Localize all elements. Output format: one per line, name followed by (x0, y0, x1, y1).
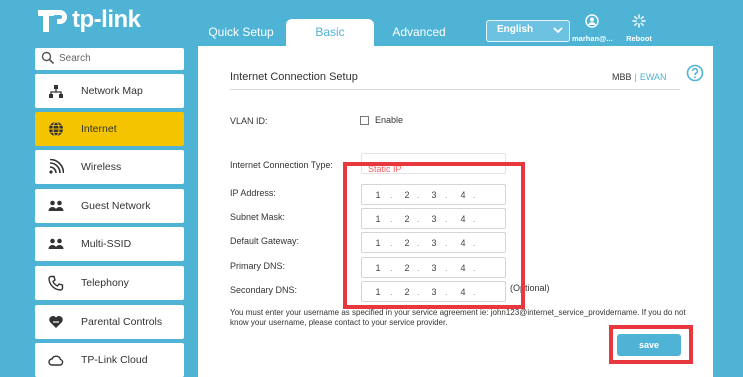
sidebar-item-label: Telephony (81, 277, 129, 289)
guest-network-icon (48, 200, 64, 211)
conn-type-label: Internet Connection Type: (230, 160, 333, 170)
globe-icon (49, 121, 63, 137)
heart-icon (49, 316, 63, 328)
tab-basic[interactable]: Basic (286, 19, 374, 46)
highlight-box-ip-fields (343, 162, 525, 309)
vlan-label: VLAN ID: (230, 116, 268, 126)
network-map-icon (49, 85, 63, 98)
user-icon (585, 14, 599, 28)
sidebar-item-telephony[interactable]: Telephony (35, 266, 184, 300)
tp-link-logo[interactable]: tp-link (36, 6, 141, 34)
language-select[interactable]: English (486, 20, 570, 42)
sidebar-item-label: TP-Link Cloud (81, 354, 148, 366)
mode-switch: MBB | EWAN (612, 72, 667, 82)
reboot-button[interactable]: Reboot (619, 14, 659, 43)
sidebar-item-parental-controls[interactable]: Parental Controls (35, 305, 184, 339)
sidebar-item-guest-network[interactable]: Guest Network (35, 189, 184, 223)
sidebar-item-tp-link-cloud[interactable]: TP-Link Cloud (35, 343, 184, 377)
sidebar-item-label: Wireless (81, 161, 122, 173)
multi-ssid-icon (48, 238, 64, 249)
field-label: Subnet Mask: (230, 212, 286, 222)
field-label: Secondary DNS: (230, 285, 298, 295)
sidebar-item-network-map[interactable]: Network Map (35, 74, 184, 108)
tab-quick-setup[interactable]: Quick Setup (208, 19, 274, 46)
top-bar: tp-link Quick Setup Basic Advanced Engli… (0, 0, 743, 46)
brand-name: tp-link (72, 6, 141, 33)
vlan-enable-checkbox[interactable] (360, 116, 369, 125)
highlight-box-save (609, 325, 693, 364)
vlan-enable-label: Enable (375, 115, 404, 125)
search-input[interactable]: Search (35, 48, 184, 70)
sidebar-item-label: Network Map (81, 85, 143, 97)
reboot-label: Reboot (626, 34, 652, 43)
page-title: Internet Connection Setup (230, 71, 358, 83)
search-placeholder: Search (59, 53, 91, 64)
field-label: IP Address: (230, 188, 276, 198)
language-value: English (497, 24, 534, 35)
field-label: Default Gateway: (230, 236, 300, 246)
chevron-down-icon (553, 27, 563, 34)
mode-ewan-link[interactable]: EWAN (640, 72, 667, 82)
sidebar-item-label: Internet (81, 123, 117, 135)
reboot-icon (632, 14, 646, 28)
user-account-button[interactable]: marhan@... (572, 14, 613, 43)
sidebar: Search Network Map Internet Wireless Gue… (30, 46, 185, 377)
sidebar-item-wireless[interactable]: Wireless (35, 150, 184, 184)
help-icon[interactable] (686, 64, 704, 82)
user-label: marhan@... (572, 34, 613, 43)
field-label: Primary DNS: (230, 261, 286, 271)
wifi-icon (49, 159, 64, 174)
search-icon (41, 51, 55, 65)
sidebar-item-internet[interactable]: Internet (35, 112, 184, 146)
sidebar-item-multi-ssid[interactable]: Multi-SSID (35, 227, 184, 261)
cloud-icon (48, 355, 64, 366)
tab-advanced[interactable]: Advanced (386, 19, 452, 46)
sidebar-item-label: Guest Network (81, 200, 151, 212)
divider (230, 89, 680, 90)
mode-separator: | (634, 72, 637, 82)
tp-link-logo-icon (38, 10, 67, 32)
mode-mbb-link[interactable]: MBB (612, 72, 632, 82)
phone-icon (48, 275, 64, 291)
sidebar-item-label: Parental Controls (81, 316, 163, 328)
sidebar-item-label: Multi-SSID (81, 238, 132, 250)
